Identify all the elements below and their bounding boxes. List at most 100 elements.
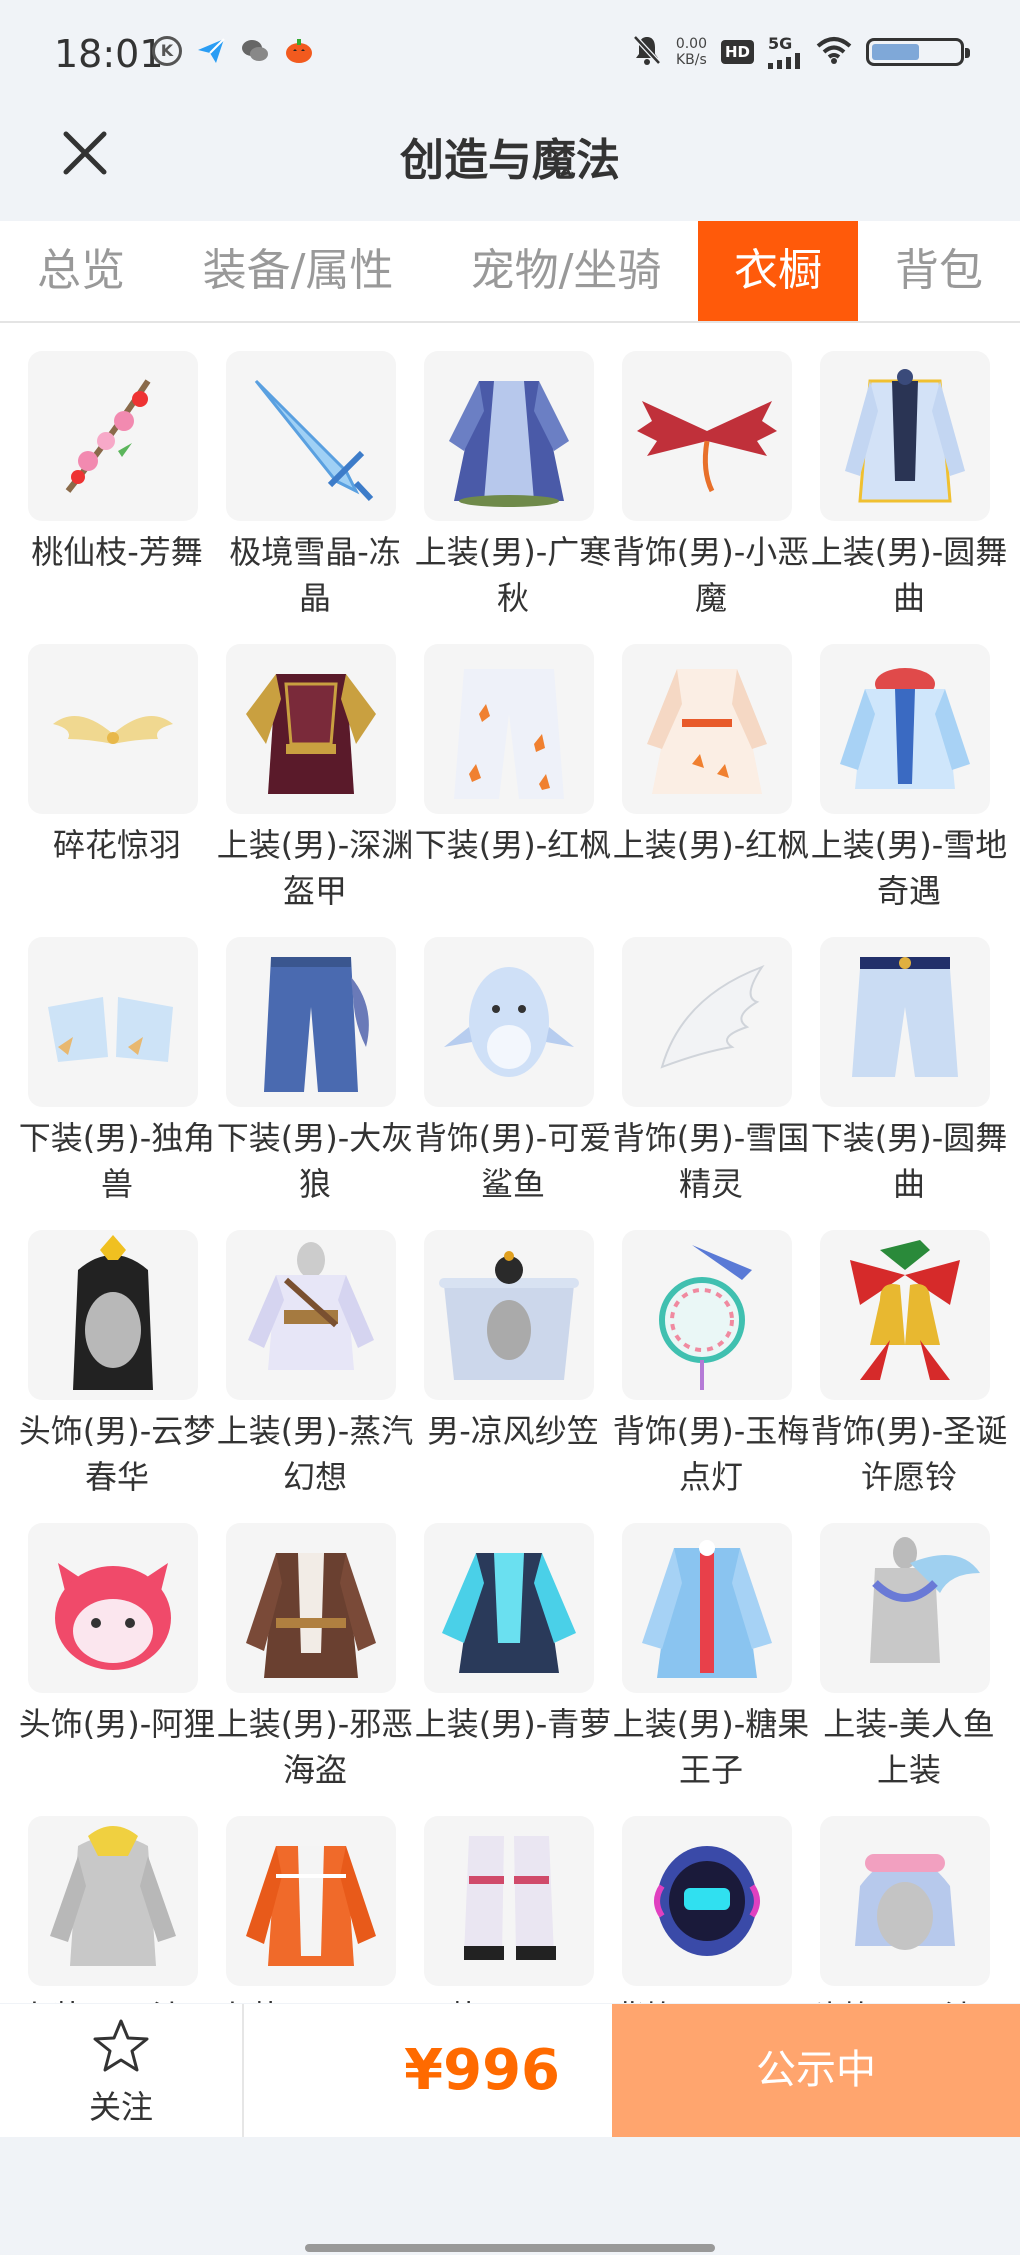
item-name: 上装(男)-沙... bbox=[18, 1994, 216, 2003]
item-name: 下装(男)-独角兽 bbox=[18, 1119, 216, 1203]
item-name: 上装(男)-广寒秋 bbox=[414, 533, 612, 617]
tab-pets[interactable]: 宠物/坐骑 bbox=[456, 221, 676, 321]
item-thumbnail bbox=[226, 1230, 396, 1400]
battery-level bbox=[872, 44, 919, 60]
hair-ornament-icon bbox=[73, 1235, 153, 1390]
net-speed-unit: KB/s bbox=[676, 52, 707, 68]
item-name: 碎花惊羽 bbox=[52, 826, 181, 864]
app-header: 创造与魔法 bbox=[0, 108, 1020, 220]
net-speed-value: 0.00 bbox=[675, 36, 707, 52]
item-thumbnail bbox=[820, 1816, 990, 1986]
follow-label: 关注 bbox=[88, 2088, 153, 2126]
golden-wings-icon bbox=[53, 716, 173, 744]
item-thumbnail bbox=[226, 351, 396, 521]
item-thumbnail bbox=[424, 1816, 594, 1986]
item-thumbnail bbox=[28, 351, 198, 521]
pirate-coat-icon bbox=[246, 1553, 376, 1678]
item-thumbnail bbox=[28, 644, 198, 814]
item-name: 上装(男)-圆舞曲 bbox=[810, 533, 1008, 617]
item-name: 上装(男)-王... bbox=[216, 1994, 414, 2003]
item-name: 男-凉风纱笠 bbox=[427, 1412, 599, 1450]
wolf-pants-icon bbox=[264, 957, 369, 1092]
page-title: 创造与魔法 bbox=[400, 135, 620, 186]
item-name: 头饰(男)-云梦春华 bbox=[18, 1412, 216, 1496]
item-name: 背饰(男)-雪国精灵 bbox=[612, 1119, 810, 1203]
lantern-icon bbox=[659, 1245, 752, 1390]
paper-plane-icon bbox=[196, 36, 226, 66]
item-thumbnail bbox=[424, 937, 594, 1107]
item-thumbnail bbox=[226, 937, 396, 1107]
item-name: 上装(男)-蒸汽幻想 bbox=[216, 1412, 414, 1496]
item-name: 下装(男)-王... bbox=[414, 1994, 612, 2003]
shark-icon bbox=[444, 967, 574, 1077]
item-name: 下装(男)-大灰狼 bbox=[216, 1119, 414, 1203]
tab-wardrobe[interactable]: 衣橱 bbox=[698, 221, 858, 321]
pumpkin-icon bbox=[284, 36, 314, 66]
item-name: 极境雪晶-冻晶 bbox=[229, 533, 401, 617]
star-icon bbox=[93, 2019, 149, 2072]
wardrobe-grid: 桃仙枝-芳舞 极境雪晶-冻晶 上装(男)-广寒秋 背饰(男)-小恶魔 上装(男)… bbox=[0, 323, 1020, 2003]
net-speed: 0.00 KB/s bbox=[676, 36, 707, 68]
item-name: 背饰(男)-王... bbox=[612, 1994, 810, 2003]
item-name: 背饰(男)-小恶魔 bbox=[612, 533, 810, 617]
item-thumbnail bbox=[28, 1230, 198, 1400]
item-name: 下装(男)-红枫 bbox=[414, 826, 612, 864]
unicorn-boots-icon bbox=[48, 997, 173, 1062]
wechat-icon bbox=[240, 36, 270, 66]
item-thumbnail bbox=[820, 644, 990, 814]
jacket-icon bbox=[845, 369, 965, 503]
item-name: 上装(男)-糖果王子 bbox=[612, 1705, 810, 1789]
tab-backpack[interactable]: 背包 bbox=[880, 221, 998, 321]
item-name: 桃仙枝-芳舞 bbox=[31, 533, 203, 571]
maple-pants-icon bbox=[454, 669, 564, 799]
battery-tip bbox=[965, 48, 970, 58]
devil-wings-icon bbox=[637, 401, 777, 493]
signal-icon: 5G bbox=[768, 35, 802, 69]
item-thumbnail bbox=[424, 1230, 594, 1400]
shorts-icon bbox=[852, 957, 958, 1077]
follow-button[interactable]: 关注 bbox=[0, 2004, 244, 2137]
item-thumbnail bbox=[424, 351, 594, 521]
item-thumbnail bbox=[424, 644, 594, 814]
tab-bar: 总览 装备/属性 宠物/坐骑 衣橱 背包 bbox=[0, 221, 1020, 323]
item-name: 下装(男)-圆舞曲 bbox=[810, 1119, 1008, 1203]
notification-icons: K bbox=[152, 36, 314, 66]
item-thumbnail bbox=[622, 1816, 792, 1986]
item-thumbnail bbox=[820, 937, 990, 1107]
status-right: 0.00 KB/s HD 5G bbox=[632, 34, 970, 70]
candy-prince-icon bbox=[642, 1540, 772, 1678]
item-name: 背饰(男)-玉梅点灯 bbox=[612, 1412, 810, 1496]
tab-overview[interactable]: 总览 bbox=[22, 221, 140, 321]
steam-jacket-icon bbox=[248, 1242, 374, 1370]
tab-equipment[interactable]: 装备/属性 bbox=[188, 221, 408, 321]
item-name: 头饰(男)-阿狸 bbox=[18, 1705, 216, 1743]
item-thumbnail bbox=[424, 1523, 594, 1693]
item-thumbnail bbox=[226, 1816, 396, 1986]
armor-icon bbox=[246, 674, 376, 794]
goggles-hair-icon bbox=[855, 1854, 955, 1950]
white-boots-icon bbox=[464, 1836, 556, 1960]
item-thumbnail bbox=[226, 1523, 396, 1693]
signal-label: 5G bbox=[768, 34, 793, 53]
status-time: 18:01 bbox=[54, 32, 164, 76]
bottom-bar: 关注 ¥996 公示中 bbox=[0, 2004, 1020, 2137]
item-name: 上装(男)-红枫 bbox=[612, 826, 810, 864]
battery-icon bbox=[866, 38, 970, 66]
ahri-fox-icon bbox=[55, 1563, 171, 1670]
item-thumbnail bbox=[28, 1523, 198, 1693]
item-thumbnail bbox=[622, 351, 792, 521]
item-name: 背饰(男)-圣诞许愿铃 bbox=[810, 1412, 1008, 1496]
maple-robe-icon bbox=[647, 669, 767, 794]
item-thumbnail bbox=[820, 1230, 990, 1400]
item-name: 头饰(男)-沙... bbox=[810, 1994, 1008, 2003]
item-thumbnail bbox=[226, 644, 396, 814]
home-indicator[interactable] bbox=[305, 2244, 715, 2252]
white-wing-icon bbox=[660, 964, 765, 1069]
item-name: 上装(男)-邪恶海盗 bbox=[216, 1705, 414, 1789]
publicity-status-button[interactable]: 公示中 bbox=[612, 2004, 1020, 2137]
mermaid-top-icon bbox=[870, 1537, 980, 1663]
mute-icon bbox=[632, 34, 662, 70]
wifi-icon bbox=[816, 36, 852, 68]
veil-hat-icon bbox=[439, 1251, 579, 1380]
christmas-bell-icon bbox=[850, 1240, 960, 1380]
